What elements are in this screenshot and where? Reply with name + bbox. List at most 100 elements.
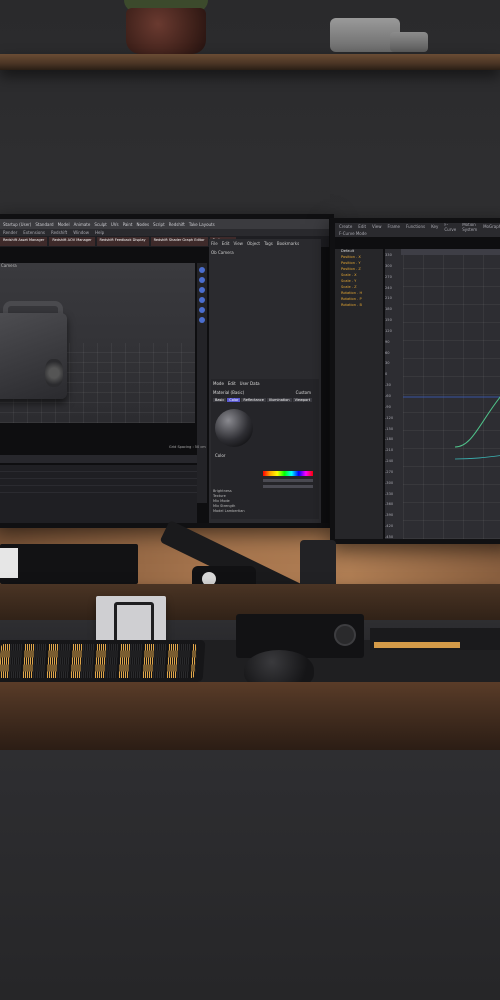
shelf-device <box>390 32 428 52</box>
layout-tab[interactable]: Paint <box>123 222 133 227</box>
graph-editor-menu-item[interactable]: Create <box>339 224 352 229</box>
layout-tab[interactable]: Model <box>58 222 70 227</box>
color-spectrum[interactable] <box>263 471 313 476</box>
panel-menu-item[interactable]: Bookmarks <box>277 241 299 246</box>
menu-item[interactable]: Redshift <box>51 230 67 235</box>
viewport-label: Camera <box>1 263 17 268</box>
panel-menu-item[interactable]: File <box>211 241 218 246</box>
material-menu-item[interactable]: Mode <box>213 381 224 386</box>
graph-editor-menu-item[interactable]: F-Curve <box>444 223 456 232</box>
graph-editor-menu-item[interactable]: MoGraph <box>483 224 500 229</box>
f-curves <box>403 396 500 460</box>
wall-shelf <box>0 54 500 70</box>
monitor-arm-joint <box>300 540 336 588</box>
desk-edge <box>0 682 500 752</box>
plugin-tab[interactable]: Redshift Shader Graph Editor <box>150 237 208 246</box>
material-menu-item[interactable]: User Data <box>240 381 260 386</box>
layout-tab[interactable]: Script <box>153 222 165 227</box>
graph-editor-menu-item[interactable]: View <box>372 224 382 229</box>
volume-knob <box>334 624 356 646</box>
panel-menu-item[interactable]: Object <box>247 241 260 246</box>
material-tab[interactable]: Reflectance <box>241 398 266 402</box>
timeline-row <box>0 479 197 486</box>
graph-editor-menu-item[interactable]: Frame <box>388 224 400 229</box>
f-curve-cyan <box>454 455 500 460</box>
timeline-row <box>0 472 197 479</box>
graph-editor-menu: Create Edit View Frame Functions Key F-Curve Mo… <box>335 223 500 232</box>
audio-interface <box>236 614 364 658</box>
layout-tab[interactable]: Sculpt <box>94 222 107 227</box>
material-menu: Mode Edit User Data <box>211 379 319 388</box>
material-field-label: Model Lambertian <box>213 509 245 513</box>
menu-item[interactable]: Render <box>3 230 17 235</box>
material-editor: Mode Edit User Data Material (Basic) Custo… <box>211 379 319 519</box>
panel-menu-item[interactable]: Edit <box>222 241 230 246</box>
graph-editor-menu-item[interactable]: Edit <box>358 224 366 229</box>
under-shelf-light <box>374 642 460 648</box>
layout-tab[interactable]: Startup (User) <box>3 222 31 227</box>
material-tabs[interactable]: Basic Color Reflectance Illumination Viewpor… <box>211 397 319 403</box>
material-tab[interactable]: Color <box>227 398 241 402</box>
material-name-text: Material (Basic) <box>213 390 245 395</box>
tool-icon[interactable] <box>199 267 205 273</box>
left-monitor: Startup (User) Standard Model Animate Sculpt… <box>0 214 334 528</box>
desk-front <box>0 750 500 1000</box>
tool-icon[interactable] <box>199 277 205 283</box>
3d-viewport[interactable]: Camera <box>0 263 195 423</box>
material-tab[interactable]: Viewport <box>292 398 313 402</box>
material-menu-item[interactable]: Edit <box>228 381 236 386</box>
color-slider[interactable] <box>263 479 313 482</box>
f-curve-green <box>454 396 500 448</box>
model-dial <box>45 359 63 387</box>
track-list[interactable]: Default Position . X Position . Y Position … <box>335 249 383 539</box>
layout-tab[interactable]: Animate <box>74 222 91 227</box>
dock-device <box>0 544 138 584</box>
layout-tab[interactable]: UVs <box>111 222 119 227</box>
tool-icon[interactable] <box>199 317 205 323</box>
layout-tabs: Startup (User) Standard Model Animate Sculpt… <box>0 219 329 229</box>
timeline[interactable] <box>0 465 197 523</box>
material-preview-sphere <box>215 409 253 447</box>
object-manager-menu: File Edit View Object Tags Bookmarks <box>209 239 321 248</box>
camera-object[interactable]: Ob Camera <box>209 248 321 257</box>
layout-tab[interactable]: Nodes <box>137 222 150 227</box>
keyboard <box>0 640 206 682</box>
right-monitor: Create Edit View Frame Functions Key F-Curve Mo… <box>330 218 500 544</box>
f-curve-mode-label: F-Curve Mode <box>339 231 367 236</box>
grid-spacing-label: Grid Spacing : 50 cm <box>169 445 206 449</box>
material-tab[interactable]: Illumination <box>266 398 292 402</box>
timeline-row <box>0 465 197 472</box>
plugin-tab[interactable]: Redshift Feedback Display <box>96 237 149 246</box>
material-mode: Custom <box>295 390 311 395</box>
track-item[interactable]: Rotation . B <box>335 303 383 309</box>
plugin-tab[interactable]: Redshift AOV Manager <box>49 237 95 246</box>
plugin-tab[interactable]: Redshift Asset Manager <box>0 237 48 246</box>
panel-menu-item[interactable]: View <box>233 241 243 246</box>
material-tab[interactable]: Basic <box>213 398 227 402</box>
layout-tab[interactable]: Standard <box>35 222 53 227</box>
tool-palette[interactable] <box>197 263 207 503</box>
graph-editor-menu-item[interactable]: Key <box>431 224 438 229</box>
playback-controls[interactable] <box>0 455 197 463</box>
color-slider[interactable] <box>263 485 313 488</box>
menu-item[interactable]: Window <box>73 230 89 235</box>
keycaps <box>0 644 198 678</box>
color-section-label: Color <box>215 453 226 458</box>
f-curve-graph[interactable]: 330 300 270 240 210 180 150 120 90 60 30 0 -30 -60 -90… <box>385 249 500 539</box>
tool-icon[interactable] <box>199 297 205 303</box>
plant-pot <box>126 8 206 54</box>
layout-tab[interactable]: Redshift <box>169 222 185 227</box>
tool-icon[interactable] <box>199 287 205 293</box>
layout-tab[interactable]: Take Layouts <box>189 222 215 227</box>
tool-icon[interactable] <box>199 307 205 313</box>
dock-card <box>0 548 18 578</box>
timeline-row <box>0 486 197 493</box>
time-ruler[interactable] <box>401 249 500 255</box>
menu-bar: Render Extensions Redshift Window Help <box>0 229 329 236</box>
graph-editor-menu-item[interactable]: Functions <box>406 224 425 229</box>
menu-item[interactable]: Extensions <box>23 230 45 235</box>
material-fields: Brightness Texture Mix Mode Mix Strength Mod… <box>213 489 245 514</box>
menu-item[interactable]: Help <box>95 230 104 235</box>
panel-menu-item[interactable]: Tags <box>264 241 273 246</box>
graph-editor-menu-item[interactable]: Motion System <box>462 223 477 232</box>
